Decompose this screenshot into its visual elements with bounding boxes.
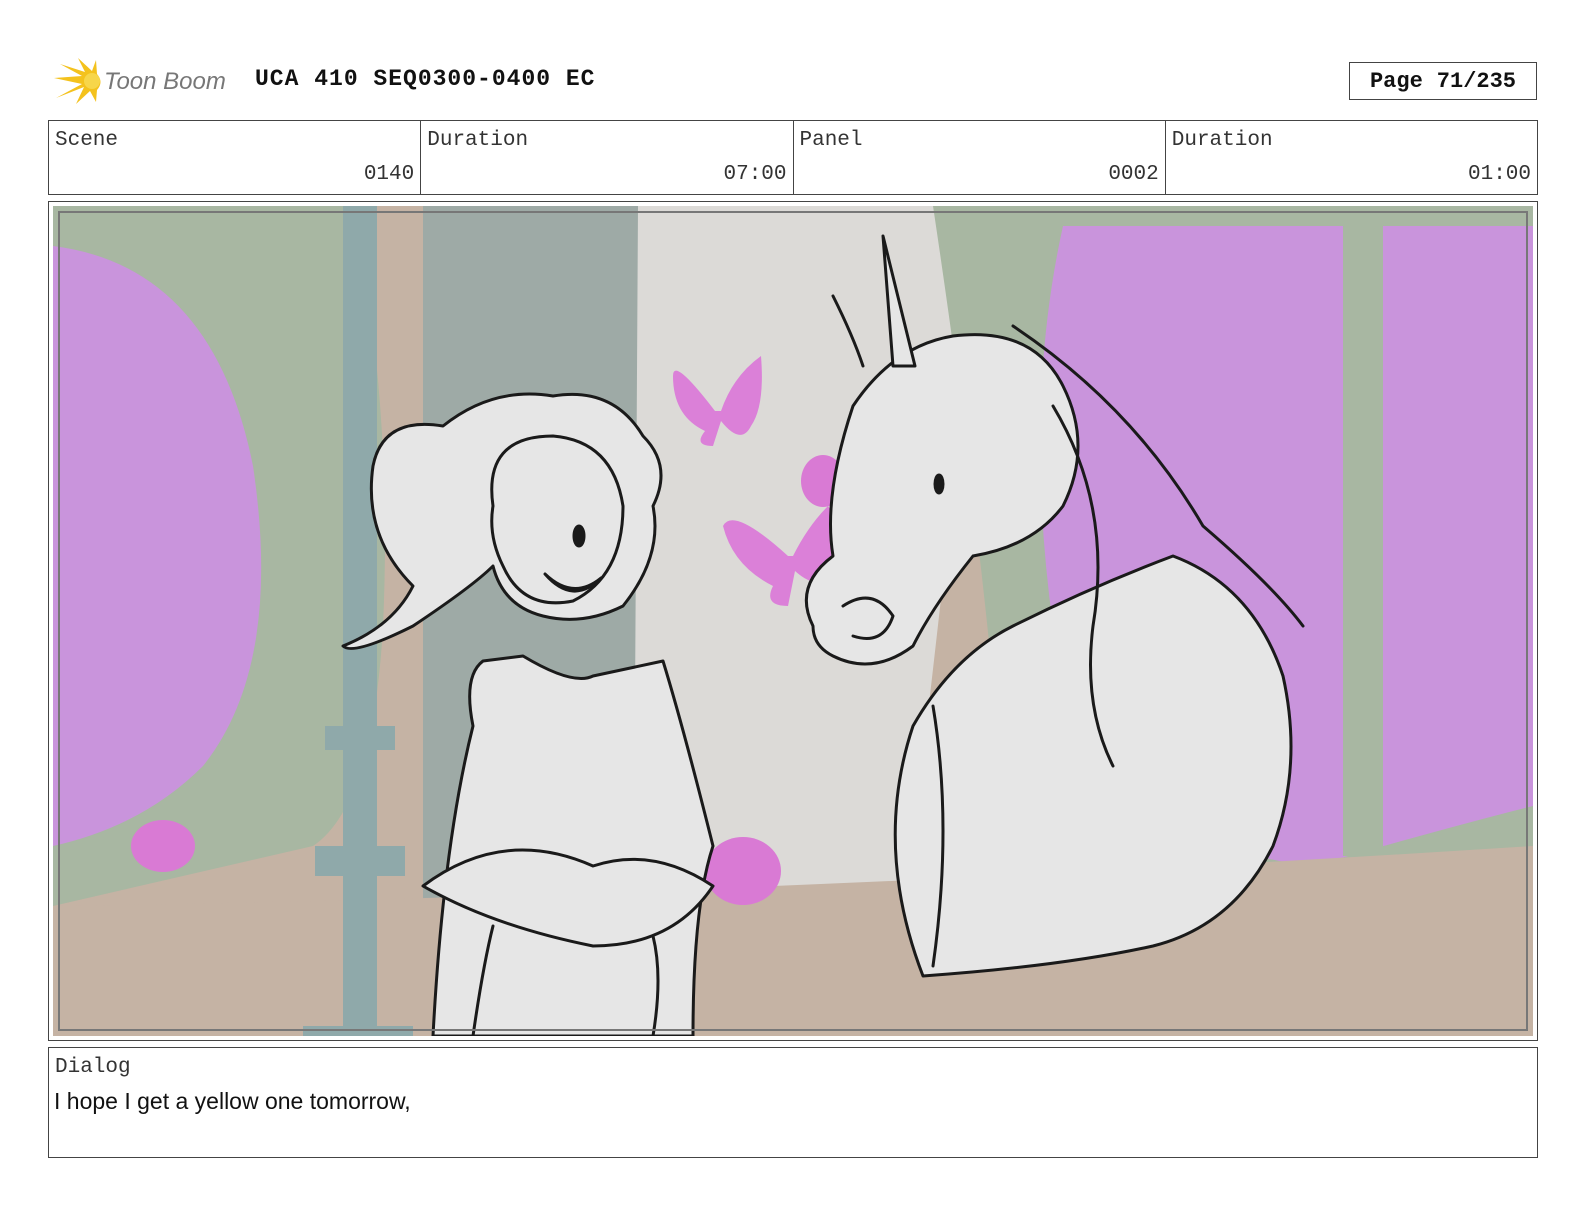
dialog-label: Dialog	[55, 1056, 131, 1079]
panel-cell: Panel 0002	[794, 121, 1166, 194]
page-number: 71/235	[1436, 68, 1517, 94]
pink-ornament	[131, 820, 195, 872]
scene-duration-value: 07:00	[723, 163, 787, 186]
panel-label: Panel	[799, 129, 863, 152]
scene-info-table: Scene 0140 Duration 07:00 Panel 0002 Dur…	[48, 120, 1538, 195]
panel-value: 0002	[1108, 163, 1159, 186]
logo-wordmark: Toon Boom	[104, 68, 226, 95]
dialog-box: Dialog I hope I get a yellow one tomorro…	[48, 1047, 1538, 1158]
scene-duration-label: Duration	[427, 129, 529, 152]
scene-duration-cell: Duration 07:00	[421, 121, 794, 194]
document-title: UCA 410 SEQ0300-0400 EC	[255, 66, 596, 92]
panel-artwork	[53, 206, 1533, 1036]
page-indicator: Page 71/235	[1349, 62, 1537, 100]
scene-label: Scene	[55, 129, 119, 152]
panel-duration-cell: Duration 01:00	[1166, 121, 1537, 194]
panel-duration-value: 01:00	[1467, 163, 1531, 186]
page-label: Page	[1369, 68, 1423, 94]
pink-ornament	[705, 837, 781, 905]
toon-boom-logo: Toon Boom	[54, 58, 226, 104]
starburst-icon	[54, 58, 101, 104]
scene-cell: Scene 0140	[49, 121, 422, 194]
dialog-text: I hope I get a yellow one tomorrow,	[54, 1088, 411, 1114]
scene-value: 0140	[363, 163, 415, 186]
storyboard-panel	[48, 201, 1538, 1041]
right-window-mullion	[1343, 206, 1383, 856]
panel-duration-label: Duration	[1171, 129, 1273, 152]
